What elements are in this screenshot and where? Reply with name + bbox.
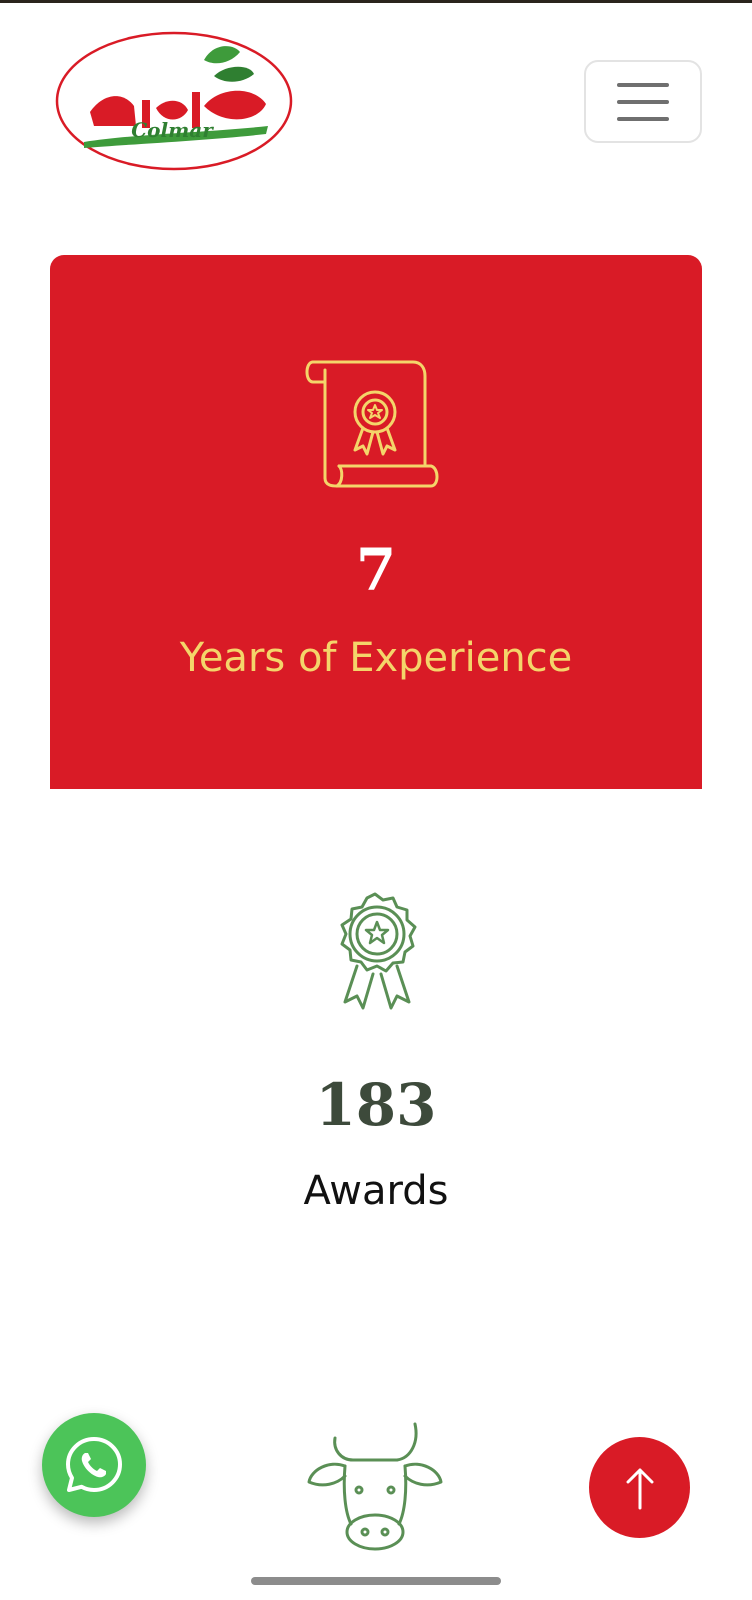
awards-stat-value: 183 (315, 1071, 437, 1139)
arrow-up-icon (626, 1468, 653, 1509)
hamburger-menu-icon-bar (617, 116, 669, 121)
page: Colmar 7 Years of Experience 183 Awards (0, 0, 752, 1600)
awards-stat-label: Awards (303, 1168, 449, 1214)
logo-latin-text: Colmar (131, 118, 214, 142)
status-edge-line (0, 0, 752, 3)
back-to-top-button[interactable] (589, 1437, 690, 1538)
cow-icon (305, 1420, 445, 1555)
whatsapp-icon (66, 1437, 122, 1492)
whatsapp-button[interactable] (42, 1413, 146, 1517)
hamburger-menu-button[interactable] (584, 60, 702, 143)
experience-stat-card (50, 255, 702, 789)
experience-stat-value: 7 (355, 536, 397, 604)
hamburger-menu-icon-bar (617, 99, 669, 104)
award-ribbon-icon (325, 890, 425, 1020)
colmar-logo[interactable]: Colmar (54, 30, 294, 172)
experience-stat-label: Years of Experience (179, 635, 573, 681)
home-indicator[interactable] (251, 1577, 501, 1585)
certificate-icon (303, 356, 443, 490)
hamburger-menu-icon-bar (617, 82, 669, 87)
